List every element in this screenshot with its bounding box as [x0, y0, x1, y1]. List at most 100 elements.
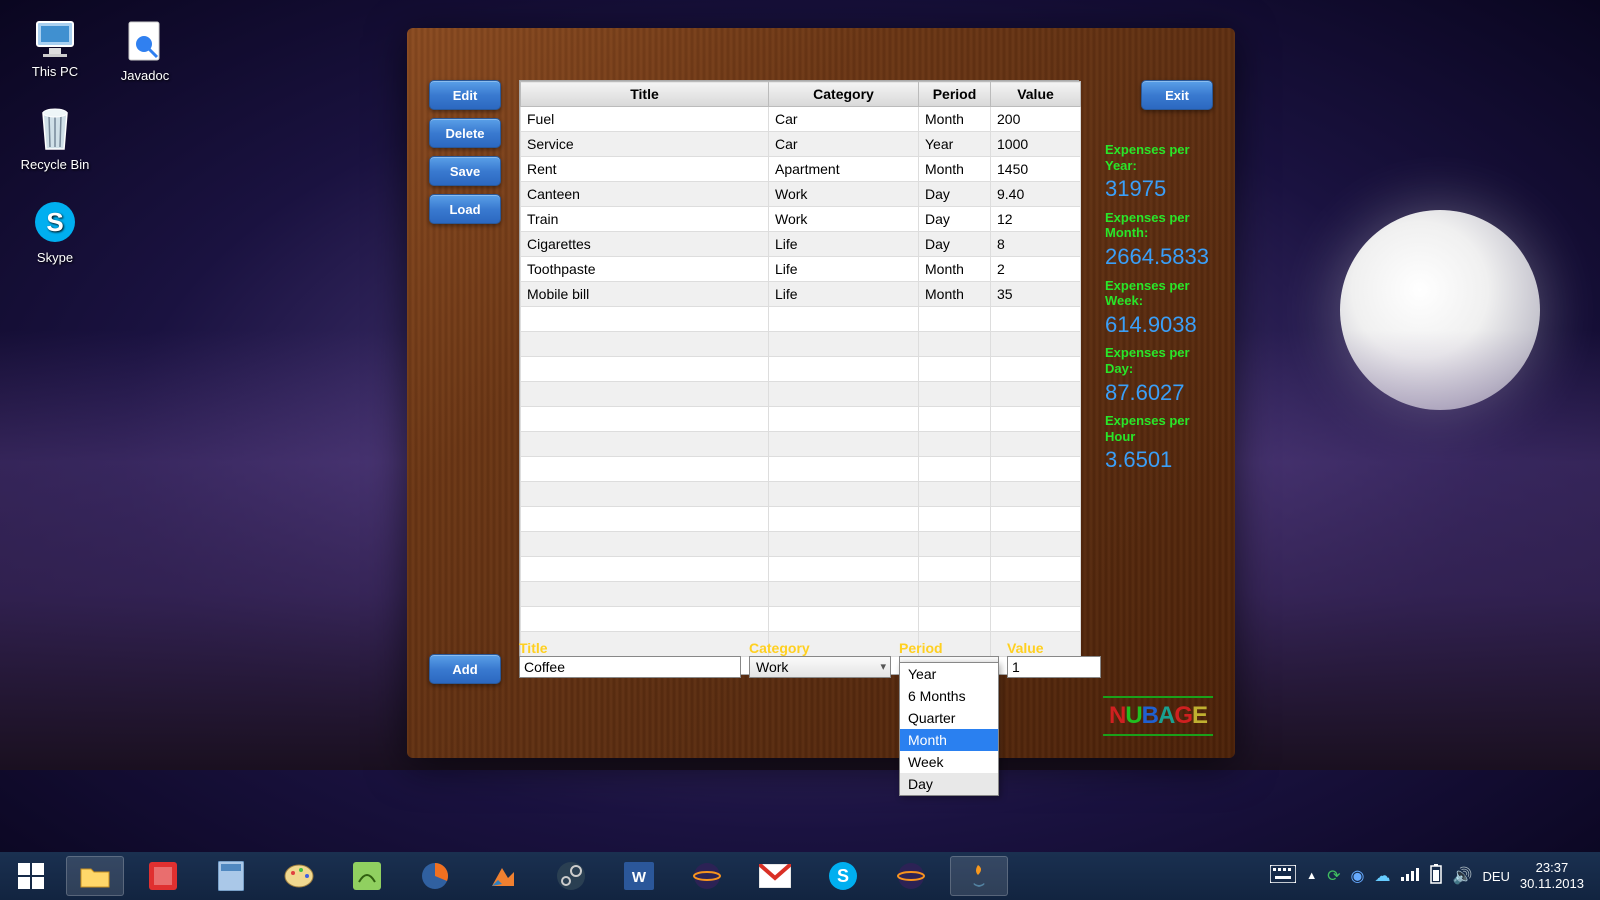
period-option[interactable]: 6 Months	[900, 685, 998, 707]
taskbar-matlab[interactable]	[474, 856, 532, 896]
period-option[interactable]: Week	[900, 751, 998, 773]
period-option[interactable]: Month	[900, 729, 998, 751]
table-row[interactable]: ToothpasteLifeMonth2	[521, 257, 1081, 282]
keyboard-icon[interactable]	[1270, 865, 1296, 888]
cell-period: Day	[919, 232, 991, 257]
tray-sync-icon[interactable]: ⟳	[1327, 866, 1340, 886]
table-row[interactable]: CanteenWorkDay9.40	[521, 182, 1081, 207]
cell-value	[991, 482, 1081, 507]
desktop-icon-recycle-bin[interactable]: Recycle Bin	[10, 105, 100, 172]
skype-icon: S	[828, 861, 858, 891]
table-row[interactable]	[521, 307, 1081, 332]
table-row[interactable]	[521, 407, 1081, 432]
cell-value	[991, 432, 1081, 457]
cell-category: Life	[769, 257, 919, 282]
pc-icon	[33, 20, 77, 60]
stat-week-label: Expenses per Week:	[1105, 278, 1213, 309]
start-button[interactable]	[6, 856, 56, 896]
cell-category	[769, 582, 919, 607]
col-period[interactable]: Period	[919, 82, 991, 107]
stat-month-label: Expenses per Month:	[1105, 210, 1213, 241]
table-row[interactable]: RentApartmentMonth1450	[521, 157, 1081, 182]
cell-title: Mobile bill	[521, 282, 769, 307]
table-row[interactable]	[521, 382, 1081, 407]
taskbar-eclipse-1[interactable]	[678, 856, 736, 896]
taskbar-skype[interactable]: S	[814, 856, 872, 896]
taskbar-gmail[interactable]	[746, 856, 804, 896]
taskbar-app-1[interactable]	[134, 856, 192, 896]
taskbar-notepadpp[interactable]	[338, 856, 396, 896]
tray-wifi-icon[interactable]	[1401, 867, 1419, 886]
edit-button[interactable]: Edit	[429, 80, 501, 110]
tray-language[interactable]: DEU	[1482, 869, 1509, 884]
taskbar-firefox[interactable]	[406, 856, 464, 896]
col-value[interactable]: Value	[991, 82, 1081, 107]
cell-title	[521, 482, 769, 507]
period-option[interactable]: Year	[900, 663, 998, 685]
table-row[interactable]: Mobile billLifeMonth35	[521, 282, 1081, 307]
cell-title: Service	[521, 132, 769, 157]
tray-cloud-icon[interactable]: ☁	[1375, 866, 1391, 886]
cell-title: Fuel	[521, 107, 769, 132]
tray-network-icon[interactable]: ◉	[1351, 866, 1365, 886]
table-row[interactable]	[521, 457, 1081, 482]
period-option[interactable]: Day	[900, 773, 998, 795]
cell-value	[991, 307, 1081, 332]
table-row[interactable]	[521, 532, 1081, 557]
period-option[interactable]: Quarter	[900, 707, 998, 729]
right-exit-area: Exit	[1141, 80, 1213, 118]
desktop-icon-this-pc[interactable]: This PC	[10, 20, 100, 79]
tray-volume-icon[interactable]: 🔊	[1453, 866, 1473, 886]
table-row[interactable]	[521, 357, 1081, 382]
tray-clock[interactable]: 23:37 30.11.2013	[1520, 860, 1584, 891]
value-input[interactable]	[1007, 656, 1101, 678]
table-row[interactable]: CigarettesLifeDay8	[521, 232, 1081, 257]
col-category[interactable]: Category	[769, 82, 919, 107]
table-row[interactable]	[521, 482, 1081, 507]
table-row[interactable]	[521, 557, 1081, 582]
taskbar-paint[interactable]	[270, 856, 328, 896]
period-dropdown[interactable]: Year6 MonthsQuarterMonthWeekDay	[899, 662, 999, 796]
table-row[interactable]: ServiceCarYear1000	[521, 132, 1081, 157]
cell-title	[521, 607, 769, 632]
table-row[interactable]	[521, 582, 1081, 607]
cell-value: 12	[991, 207, 1081, 232]
taskbar-eclipse-2[interactable]	[882, 856, 940, 896]
cell-value	[991, 582, 1081, 607]
table-row[interactable]	[521, 332, 1081, 357]
cell-period: Month	[919, 107, 991, 132]
add-button[interactable]: Add	[429, 654, 501, 684]
tray-battery-icon[interactable]	[1429, 864, 1443, 889]
table-row[interactable]	[521, 507, 1081, 532]
cell-value	[991, 407, 1081, 432]
calculator-icon	[218, 861, 244, 891]
save-button[interactable]: Save	[429, 156, 501, 186]
desktop-icon-skype[interactable]: S Skype	[10, 198, 100, 265]
cell-value: 8	[991, 232, 1081, 257]
cell-period	[919, 557, 991, 582]
table-row[interactable]	[521, 432, 1081, 457]
cell-category: Car	[769, 132, 919, 157]
exit-button[interactable]: Exit	[1141, 80, 1213, 110]
table-row[interactable]: FuelCarMonth200	[521, 107, 1081, 132]
load-button[interactable]: Load	[429, 194, 501, 224]
tray-chevron-icon[interactable]: ▲	[1306, 870, 1317, 882]
taskbar-steam[interactable]	[542, 856, 600, 896]
taskbar-java[interactable]	[950, 856, 1008, 896]
table-row[interactable]: TrainWorkDay12	[521, 207, 1081, 232]
desktop-icon-javadoc[interactable]: Javadoc	[100, 20, 190, 83]
cell-value	[991, 332, 1081, 357]
category-select[interactable]: Work	[749, 656, 891, 678]
taskbar-calculator[interactable]	[202, 856, 260, 896]
delete-button[interactable]: Delete	[429, 118, 501, 148]
label-period: Period	[899, 640, 999, 656]
skype-icon: S	[31, 198, 79, 246]
table-row[interactable]	[521, 607, 1081, 632]
desktop-icon-label: This PC	[32, 64, 78, 79]
title-input[interactable]	[519, 656, 741, 678]
taskbar-word[interactable]: W	[610, 856, 668, 896]
cell-value: 35	[991, 282, 1081, 307]
col-title[interactable]: Title	[521, 82, 769, 107]
taskbar-explorer[interactable]	[66, 856, 124, 896]
cell-value: 1000	[991, 132, 1081, 157]
